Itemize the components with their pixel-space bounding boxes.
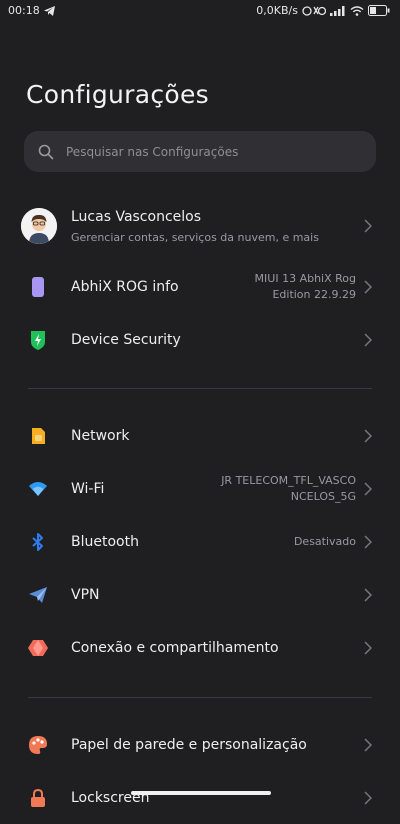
- settings-item-label: Wi-Fi: [71, 481, 105, 497]
- signal-icon: [330, 5, 345, 16]
- chevron-right-icon: [364, 219, 372, 233]
- chevron-right-icon: [364, 482, 372, 496]
- settings-item-vpn[interactable]: VPN: [0, 569, 400, 621]
- sim-card-icon: [32, 428, 45, 444]
- page-title: Configurações: [26, 80, 210, 109]
- profile-name: Lucas Vasconcelos: [71, 209, 202, 225]
- status-bar: 00:18 0,0KB/s: [0, 0, 400, 22]
- status-left: 00:18: [8, 4, 55, 17]
- chevron-right-icon: [364, 429, 372, 443]
- bluetooth-icon: [32, 533, 43, 551]
- chevron-right-icon: [364, 641, 372, 655]
- settings-item-network[interactable]: Network: [0, 410, 400, 462]
- wifi-icon: [29, 482, 47, 496]
- avatar: [21, 208, 57, 244]
- settings-item-bluetooth[interactable]: Bluetooth Desativado: [0, 516, 400, 568]
- search-icon: [38, 144, 54, 159]
- settings-item-label: VPN: [71, 587, 100, 603]
- settings-item-label: Conexão e compartilhamento: [71, 640, 279, 656]
- search-input[interactable]: [64, 143, 348, 160]
- alarm-sync-icon: [302, 6, 326, 16]
- status-right: 0,0KB/s: [256, 4, 390, 17]
- profile-subtitle: Gerenciar contas, serviços da nuvem, e m…: [71, 231, 319, 244]
- settings-item-lockscreen[interactable]: Lockscreen: [0, 772, 400, 824]
- settings-item-wallpaper[interactable]: Papel de parede e personalização: [0, 719, 400, 771]
- settings-item-device-info[interactable]: AbhiX ROG info MIUI 13 AbhiX Rog Edition…: [0, 261, 400, 313]
- send-icon: [29, 587, 47, 603]
- settings-item-label: Device Security: [71, 332, 181, 348]
- settings-item-wifi[interactable]: Wi-Fi JR TELECOM_TFL_VASCO NCELOS_5G: [0, 463, 400, 515]
- settings-item-label: Network: [71, 428, 130, 444]
- section-divider: [28, 697, 372, 698]
- wifi-status-icon: [350, 5, 364, 16]
- section-divider: [28, 388, 372, 389]
- settings-item-value: MIUI 13 AbhiX Rog Edition 22.9.29: [254, 272, 356, 301]
- chevron-right-icon: [364, 280, 372, 294]
- settings-item-value: Desativado: [293, 535, 356, 548]
- shield-icon: [31, 331, 45, 350]
- chevron-right-icon: [364, 588, 372, 602]
- share-hexagon-icon: [28, 640, 48, 656]
- battery-icon: [368, 5, 390, 16]
- settings-item-label: Papel de parede e personalização: [71, 737, 307, 753]
- search-bar[interactable]: [24, 131, 376, 172]
- lock-icon: [31, 788, 45, 807]
- net-speed: 0,0KB/s: [256, 4, 298, 17]
- settings-item-connection-sharing[interactable]: Conexão e compartilhamento: [0, 622, 400, 674]
- chevron-right-icon: [364, 738, 372, 752]
- chevron-right-icon: [364, 535, 372, 549]
- palette-icon: [29, 736, 47, 754]
- profile-row[interactable]: Lucas Vasconcelos Gerenciar contas, serv…: [0, 200, 400, 252]
- settings-item-device-security[interactable]: Device Security: [0, 314, 400, 366]
- status-time: 00:18: [8, 4, 40, 17]
- chevron-right-icon: [364, 333, 372, 347]
- telegram-icon: [43, 5, 55, 16]
- chevron-right-icon: [364, 791, 372, 805]
- settings-item-label: Bluetooth: [71, 534, 139, 550]
- settings-item-value: JR TELECOM_TFL_VASCO NCELOS_5G: [221, 474, 356, 503]
- settings-item-label: AbhiX ROG info: [71, 279, 179, 295]
- phone-info-icon: [32, 277, 44, 297]
- home-indicator[interactable]: [131, 791, 271, 795]
